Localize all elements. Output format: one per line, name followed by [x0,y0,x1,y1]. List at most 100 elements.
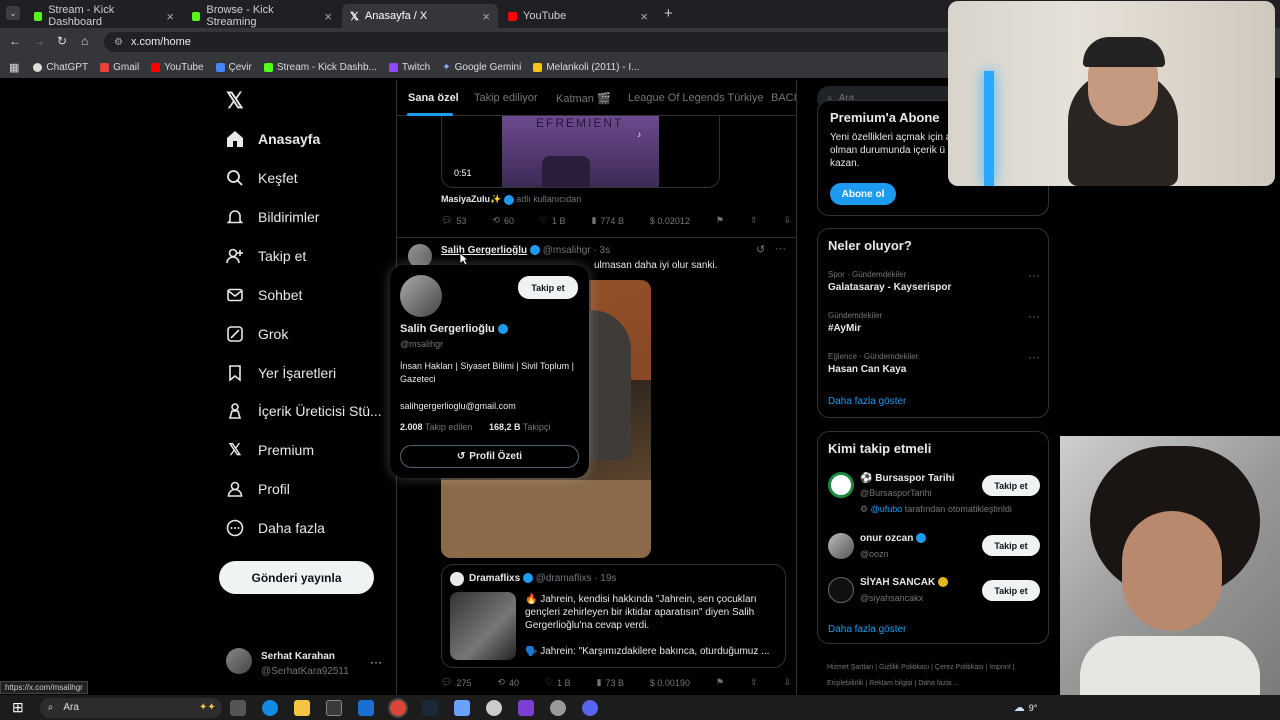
bookmark-youtube[interactable]: YouTube [151,62,204,73]
nav-notifications[interactable]: Bildirimler [226,204,319,230]
tweet-time[interactable]: · 3s [593,245,610,256]
like-button[interactable]: ♡ 1 B [545,677,571,688]
nav-creator-studio[interactable]: İçerik Üreticisi Stü... [226,398,382,424]
quote-tweet[interactable]: Dramaflixs @dramaflixs · 19s 🔥 Jahrein, … [441,564,786,668]
nav-grok[interactable]: Grok [226,321,288,347]
grok-icon[interactable]: ↺ [756,243,765,256]
nav-home[interactable]: Anasayfa [226,126,320,152]
repost-button[interactable]: ⟲ 40 [497,677,519,688]
profile-summary-button[interactable]: ↺ Profil Özeti [400,445,579,468]
reply-button[interactable]: 💬︎ 275 [441,677,471,688]
avatar[interactable] [226,648,252,674]
new-tab-icon[interactable]: + [664,5,673,22]
tab-youtube[interactable]: YouTube × [500,4,656,28]
home-icon[interactable]: ⌂ [81,34,88,48]
footer-link[interactable]: Hizmet Şartları [827,664,873,671]
source-attribution[interactable]: MasiyaZulu✨ adlı kullanıcıdan [441,194,581,205]
close-icon[interactable]: × [166,9,174,24]
author-handle[interactable]: @msalihgr [543,245,591,256]
footer-link[interactable]: Gizlilik Politikası [879,664,929,671]
follow-button[interactable]: Takip et [982,475,1040,496]
avatar[interactable] [828,472,854,498]
author-name[interactable]: Salih Gergerlioğlu [441,245,527,256]
suggestion-name[interactable]: SİYAH SANCAK [860,577,948,588]
nav-explore[interactable]: Keşfet [226,165,298,191]
tab-x-home[interactable]: 𝕏 Anasayfa / X × [342,4,498,28]
close-icon[interactable]: × [640,9,648,24]
footer-link[interactable]: Imprint [989,664,1010,671]
views-button[interactable]: ▮ 774 B [591,215,623,226]
nav-bookmarks[interactable]: Yer İşaretleri [226,360,336,386]
reply-button[interactable]: 💬︎ 53 [441,215,466,226]
download-icon[interactable]: ⇩ [783,677,791,688]
steam-icon[interactable] [421,699,438,716]
more-icon[interactable]: ··· [775,243,786,255]
profile-handle[interactable]: @msalihgr [400,339,443,349]
discord-icon[interactable] [581,699,598,716]
app-icon[interactable] [517,699,534,716]
like-button[interactable]: ♡ 1 B [540,215,566,226]
edge-icon[interactable] [261,699,278,716]
show-more-link[interactable]: Daha fazla göster [828,396,906,407]
subscribe-button[interactable]: Abone ol [830,183,896,205]
close-icon[interactable]: × [324,9,332,24]
footer-link[interactable]: Çerez Politikası [935,664,984,671]
footer-link[interactable]: Reklam bilgisi [869,680,912,687]
chrome-icon[interactable] [389,699,406,716]
footer-link[interactable]: Daha fazla ... [918,680,959,687]
automated-by-handle[interactable]: @ufubo [871,504,903,514]
nav-messages[interactable]: Sohbet [226,282,302,308]
trend-item[interactable]: Eğlence · Gündemdekiler Hasan Can Kaya ·… [828,350,1040,375]
tab-following[interactable]: Takip ediliyor [474,92,538,104]
back-icon[interactable]: ← [9,34,21,48]
show-more-link[interactable]: Daha fazla göster [828,624,906,635]
tab-for-you[interactable]: Sana özel [408,92,459,104]
app-icon[interactable] [485,699,502,716]
avatar[interactable] [828,577,854,603]
app-icon[interactable] [549,699,566,716]
tab-katman[interactable]: Katman 🎬 [556,92,611,105]
profile-name[interactable]: Salih Gergerlioğlu [400,323,508,335]
avatar[interactable] [400,275,442,317]
post-button[interactable]: Gönderi yayınla [219,561,374,594]
app-icon[interactable] [453,699,470,716]
more-icon[interactable]: ··· [1028,268,1040,282]
url-field[interactable]: ⚙ x.com/home [104,32,964,52]
close-icon[interactable]: × [482,9,490,24]
suggestion-name[interactable]: ⚽ Bursaspor Tarihi [860,473,955,484]
bookmark-translate[interactable]: Çevir [215,62,252,73]
more-icon[interactable]: ··· [1028,350,1040,364]
nav-more[interactable]: Daha fazla [226,515,325,541]
tab-search-icon[interactable]: ⌄ [6,6,20,20]
task-view-icon[interactable] [229,699,246,716]
share-icon[interactable]: ⇧ [750,677,758,688]
avatar[interactable] [828,533,854,559]
site-info-icon[interactable]: ⚙ [114,37,123,48]
tab-lol-turkiye[interactable]: League Of Legends Türkiye [628,92,764,104]
bookmark-kick[interactable]: Stream - Kick Dashb... [263,62,377,73]
followers-stat[interactable]: 168,2 B Takipçi [489,422,550,432]
more-icon[interactable]: ··· [1028,309,1040,323]
weather-icon[interactable]: ☁ [1014,701,1025,714]
nav-profile[interactable]: Profil [226,476,290,502]
bookmark-icon[interactable]: ⚑ [716,215,724,226]
follow-button[interactable]: Takip et [982,580,1040,601]
store-icon[interactable] [325,699,342,716]
tab-bacil[interactable]: BACIL [771,92,796,104]
following-stat[interactable]: 2.008 Takip edilen [400,422,472,432]
nav-follow[interactable]: Takip et [226,243,306,269]
reload-icon[interactable]: ↻ [57,34,67,48]
earnings-button[interactable]: $ 0.00190 [650,677,690,688]
bookmark-icon[interactable]: ⚑ [716,677,724,688]
tab-kick-dashboard[interactable]: Stream - Kick Dashboard × [26,4,182,28]
forward-icon[interactable]: → [33,34,45,48]
footer-link[interactable]: Erişilebilirlik [827,680,864,687]
nav-premium[interactable]: 𝕏 Premium [226,437,314,463]
windows-icon[interactable]: ⊞ [12,699,24,716]
bookmark-gemini[interactable]: ✦ Google Gemini [442,62,521,73]
x-logo-icon[interactable]: 𝕏 [226,88,244,114]
mail-app-icon[interactable] [357,699,374,716]
bookmark-chatgpt[interactable]: ChatGPT [33,62,88,73]
account-more-icon[interactable]: ··· [370,655,382,669]
taskbar-search[interactable]: ⌕ Ara ✦✦ [39,697,222,718]
